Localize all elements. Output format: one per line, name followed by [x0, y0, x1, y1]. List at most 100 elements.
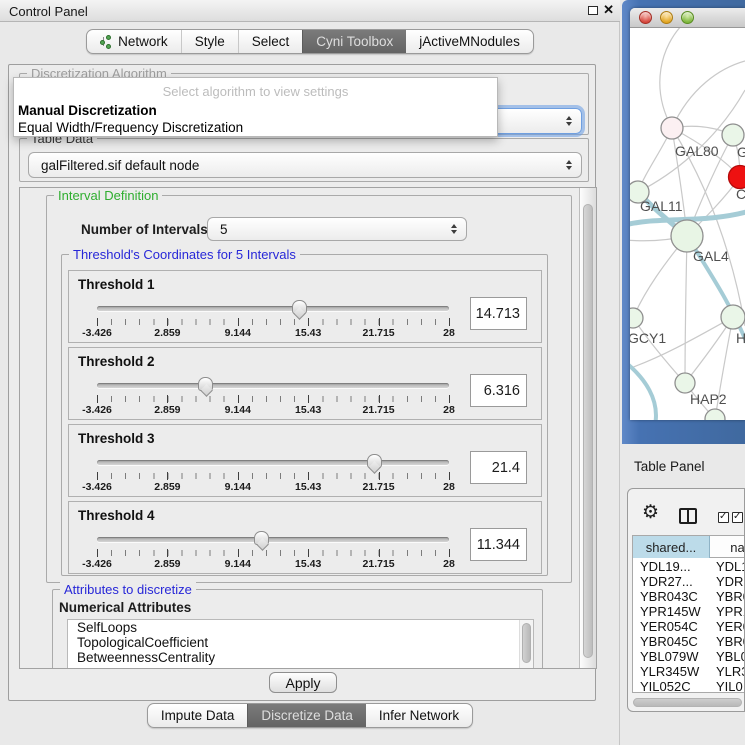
list-item[interactable]: TopologicalCoefficient: [68, 635, 533, 650]
minimize-traffic-light-icon[interactable]: [660, 11, 673, 24]
apply-button[interactable]: Apply: [269, 672, 337, 693]
checkbox-icon[interactable]: [732, 512, 743, 523]
threshold-1-value-field[interactable]: 14.713: [470, 297, 527, 330]
number-of-intervals-value: 5: [220, 222, 228, 237]
network-window-titlebar: [630, 8, 745, 28]
slider-thumb[interactable]: [254, 531, 269, 545]
tab-style[interactable]: Style: [181, 30, 238, 53]
table-row[interactable]: YBR045CYBR0: [633, 634, 745, 649]
threshold-4-value-field[interactable]: 11.344: [470, 528, 527, 561]
tab-impute-data[interactable]: Impute Data: [148, 704, 248, 727]
threshold-3-slider[interactable]: -3.426 2.859 9.144 15.43 21.715 28: [97, 460, 449, 496]
network-graph: GAL80 G C GAL11 GAL4 GCY1 H HAP2: [630, 28, 745, 420]
list-item[interactable]: SelfLoops: [68, 620, 533, 635]
slider-tick-labels: -3.426 2.859 9.144 15.43 21.715 28: [97, 327, 449, 340]
close-traffic-light-icon[interactable]: [639, 11, 652, 24]
tab-infer-network[interactable]: Infer Network: [366, 704, 472, 727]
table-row[interactable]: YDR27...YDR2: [633, 574, 745, 589]
threshold-panel-4: Threshold 4 -3.426 2.859 9.: [68, 501, 542, 574]
table-horizontal-scrollbar[interactable]: [633, 698, 742, 707]
table-row[interactable]: YLR345WYLR3: [633, 664, 745, 679]
tab-jactive-label: jActiveMNodules: [419, 34, 520, 49]
threshold-2-slider[interactable]: -3.426 2.859 9.144 15.43 21.715 28: [97, 383, 449, 419]
node-gal80[interactable]: [661, 117, 683, 139]
bottom-tab-bar: Impute Data Discretize Data Infer Networ…: [0, 703, 620, 728]
network-view-window: GAL80 G C GAL11 GAL4 GCY1 H HAP2: [630, 8, 745, 420]
slider-ticks: [97, 319, 449, 325]
node-cut-right-mid[interactable]: [721, 305, 745, 329]
slider-track[interactable]: [97, 383, 449, 388]
network-nodes[interactable]: [630, 117, 745, 420]
gear-icon[interactable]: ⚙: [642, 503, 659, 522]
table-panel-title: Table Panel: [634, 459, 705, 474]
label-gal4: GAL4: [693, 248, 729, 264]
tab-network[interactable]: Network: [87, 30, 181, 53]
network-canvas[interactable]: GAL80 G C GAL11 GAL4 GCY1 H HAP2: [630, 28, 745, 420]
network-node-labels: GAL80 G C GAL11 GAL4 GCY1 H HAP2: [630, 143, 745, 407]
table-data-combobox[interactable]: galFiltered.sif default node: [28, 152, 582, 178]
slider-thumb[interactable]: [198, 377, 213, 391]
numerical-attributes-label: Numerical Attributes: [59, 600, 191, 615]
table-panel-titlebar: Table Panel: [622, 448, 745, 484]
float-window-icon[interactable]: [588, 6, 598, 15]
popup-option-equal-width-frequency[interactable]: Equal Width/Frequency Discretization: [18, 120, 243, 135]
settings-scrollbar[interactable]: [579, 188, 596, 668]
popup-option-manual-discretization[interactable]: Manual Discretization: [18, 103, 157, 118]
network-icon: [100, 35, 113, 49]
tab-network-label: Network: [118, 34, 168, 49]
slider-track[interactable]: [97, 537, 449, 542]
threshold-3-value-field[interactable]: 21.4: [470, 451, 527, 484]
column-header-shared-name[interactable]: shared...: [633, 536, 710, 558]
number-of-intervals-label: Number of Intervals: [81, 222, 208, 237]
tab-jactivemnodules[interactable]: jActiveMNodules: [406, 30, 533, 53]
attributes-group: Attributes to discretize Numerical Attri…: [52, 589, 543, 668]
table-data-group: Table Data galFiltered.sif default node: [19, 138, 589, 182]
zoom-traffic-light-icon[interactable]: [681, 11, 694, 24]
label-gal11: GAL11: [640, 198, 683, 214]
table-row[interactable]: YBR043CYBR0: [633, 589, 745, 604]
node-cut-right-top[interactable]: [722, 124, 744, 146]
tab-infer-label: Infer Network: [379, 708, 459, 723]
stepper-icon: [566, 160, 572, 170]
scrollbar-thumb[interactable]: [583, 204, 593, 658]
tab-select[interactable]: Select: [238, 30, 303, 53]
control-panel-window: Control Panel ✕ Network Style Select Cyn…: [0, 0, 620, 745]
table-row[interactable]: YER054CYER0: [633, 619, 745, 634]
table-row[interactable]: YPR145WYPR1: [633, 604, 745, 619]
slider-thumb[interactable]: [292, 300, 307, 314]
slider-tick-labels: -3.426 2.859 9.144 15.43 21.715 28: [97, 558, 449, 571]
slider-tick-labels: -3.426 2.859 9.144 15.43 21.715 28: [97, 481, 449, 494]
group-title: Threshold's Coordinates for 5 Intervals: [69, 247, 300, 262]
slider-track[interactable]: [97, 460, 449, 465]
slider-thumb[interactable]: [367, 454, 382, 468]
settings-viewport: Interval Definition Number of Intervals …: [20, 188, 580, 668]
table-row[interactable]: YBL079WYBL0: [633, 649, 745, 664]
split-columns-icon[interactable]: [679, 508, 697, 524]
interval-definition-group: Interval Definition Number of Intervals …: [46, 195, 572, 583]
column-header-name[interactable]: name: [710, 536, 745, 558]
threshold-2-value-field[interactable]: 6.316: [470, 374, 527, 407]
list-scrollbar[interactable]: [519, 620, 533, 668]
threshold-1-slider[interactable]: -3.426 2.859 9.144 15.43 21.715 28: [97, 306, 449, 342]
label-gcy1: GCY1: [630, 330, 666, 346]
slider-ticks: [97, 473, 449, 479]
checkbox-icon[interactable]: [718, 512, 729, 523]
popup-placeholder: Select algorithm to view settings: [14, 84, 497, 99]
network-window-frame: GAL80 G C GAL11 GAL4 GCY1 H HAP2: [622, 0, 745, 444]
tab-cyni-toolbox[interactable]: Cyni Toolbox: [302, 30, 406, 53]
list-item[interactable]: BetweennessCentrality: [68, 650, 533, 665]
slider-ticks: [97, 396, 449, 402]
node-gcy1[interactable]: [630, 308, 643, 328]
tab-impute-label: Impute Data: [161, 708, 235, 723]
table-row[interactable]: YIL052CYIL0: [633, 679, 745, 693]
table-row[interactable]: YDL19...YDL1: [633, 559, 745, 574]
number-of-intervals-combobox[interactable]: 5: [207, 217, 467, 241]
tab-discretize-data[interactable]: Discretize Data: [247, 704, 366, 727]
close-icon[interactable]: ✕: [603, 2, 614, 18]
threshold-label: Threshold 3: [78, 431, 155, 446]
slider-track[interactable]: [97, 306, 449, 311]
threshold-4-slider[interactable]: -3.426 2.859 9.144 15.43 21.715 28: [97, 537, 449, 573]
node-hap2[interactable]: [675, 373, 695, 393]
numerical-attributes-list[interactable]: SelfLoops TopologicalCoefficient Between…: [67, 619, 534, 668]
top-tab-bar: Network Style Select Cyni Toolbox jActiv…: [0, 29, 620, 54]
